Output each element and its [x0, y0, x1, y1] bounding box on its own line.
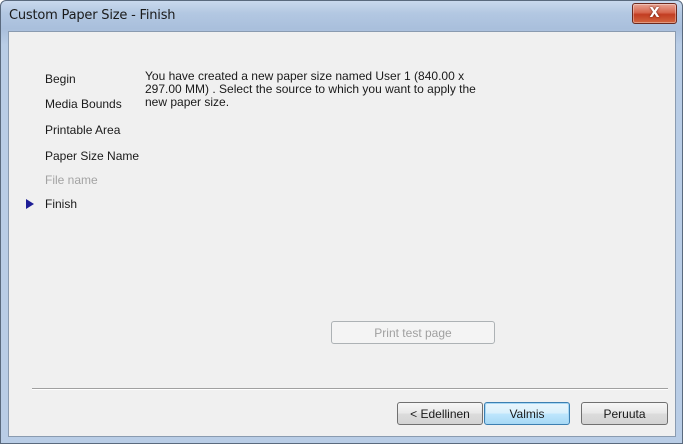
finish-button-label: Valmis	[509, 406, 545, 421]
nav-item-begin: Begin	[45, 72, 76, 86]
nav-item-printable-area: Printable Area	[45, 123, 121, 137]
nav-item-file-name: File name	[45, 173, 98, 187]
window-title: Custom Paper Size - Finish	[9, 8, 176, 23]
print-test-page-label: Print test page	[374, 325, 452, 340]
finish-button[interactable]: Valmis	[484, 402, 570, 425]
close-button[interactable]: X	[632, 3, 677, 24]
finish-message-line-3: new paper size.	[145, 95, 230, 109]
dialog-window: Custom Paper Size - Finish X Begin Media…	[0, 0, 683, 444]
dialog-client-area: Begin Media Bounds Printable Area Paper …	[8, 31, 676, 437]
back-button[interactable]: < Edellinen	[397, 402, 483, 425]
nav-item-finish: Finish	[45, 197, 78, 211]
nav-item-media-bounds: Media Bounds	[45, 97, 122, 111]
wizard-steps-nav: Begin Media Bounds Printable Area Paper …	[9, 32, 149, 232]
nav-item-paper-size-name: Paper Size Name	[45, 149, 140, 163]
close-icon: X	[649, 6, 660, 21]
button-separator	[32, 388, 668, 390]
back-button-label: < Edellinen	[410, 406, 470, 421]
triangle-right-icon	[26, 199, 34, 209]
print-test-page-button[interactable]: Print test page	[331, 321, 495, 344]
cancel-button[interactable]: Peruuta	[581, 402, 668, 425]
cancel-button-label: Peruuta	[603, 406, 646, 421]
finish-message: You have created a new paper size named …	[145, 70, 505, 109]
title-bar[interactable]: Custom Paper Size - Finish X	[1, 1, 682, 31]
